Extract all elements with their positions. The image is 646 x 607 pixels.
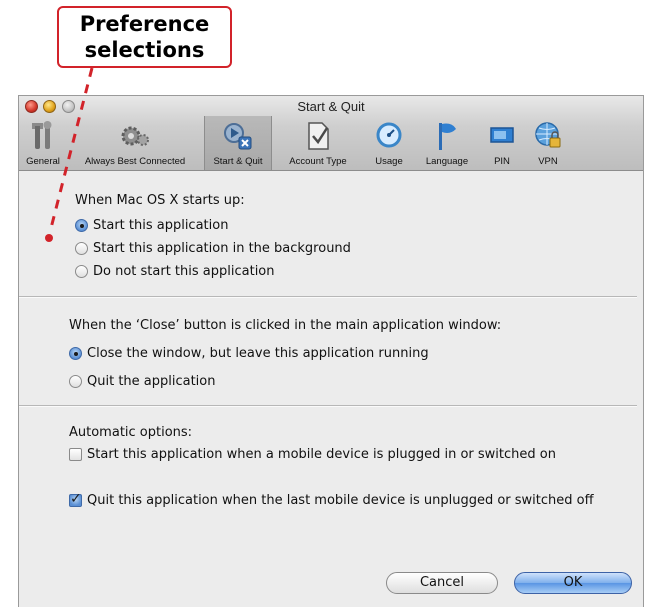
tab-always-best-connected-label: Always Best Connected bbox=[84, 156, 186, 167]
tab-account-type-label: Account Type bbox=[289, 156, 347, 167]
tab-start-quit-label: Start & Quit bbox=[213, 156, 263, 167]
gears-icon bbox=[121, 126, 149, 146]
tab-usage[interactable]: Usage bbox=[363, 116, 415, 170]
auto-quit-option[interactable]: Quit this application when the last mobi… bbox=[69, 491, 594, 508]
tab-pin-label: PIN bbox=[494, 156, 510, 167]
flag-icon bbox=[439, 123, 456, 150]
tools-icon bbox=[32, 121, 52, 149]
tab-account-type[interactable]: Account Type bbox=[275, 116, 361, 170]
radio-button[interactable] bbox=[75, 219, 88, 232]
auto-quit-label: Quit this application when the last mobi… bbox=[87, 493, 594, 508]
startup-heading: When Mac OS X starts up: bbox=[75, 193, 245, 208]
auto-start-option[interactable]: Start this application when a mobile dev… bbox=[69, 447, 556, 462]
startup-option-start[interactable]: Start this application bbox=[75, 218, 228, 233]
close-heading: When the ‘Close’ button is clicked in th… bbox=[69, 318, 502, 333]
title-bar: Start & Quit General Always Best Connect… bbox=[19, 96, 643, 171]
tab-usage-label: Usage bbox=[375, 156, 403, 167]
close-option-label: Close the window, but leave this applica… bbox=[87, 346, 429, 361]
tab-vpn-label: VPN bbox=[538, 156, 558, 167]
startup-option-none[interactable]: Do not start this application bbox=[75, 264, 275, 279]
preferences-content: When Mac OS X starts up: Start this appl… bbox=[19, 171, 643, 607]
automatic-heading: Automatic options: bbox=[69, 425, 193, 440]
callout-line-1: Preference bbox=[79, 12, 210, 36]
startup-option-label: Start this application bbox=[93, 218, 229, 233]
checkbox[interactable] bbox=[69, 448, 82, 461]
globe-lock-icon bbox=[535, 122, 561, 148]
close-option-keep-running[interactable]: Close the window, but leave this applica… bbox=[69, 346, 429, 361]
section-divider bbox=[19, 296, 637, 298]
sim-icon bbox=[490, 127, 514, 143]
preferences-toolbar: General Always Best Connected Start & Qu… bbox=[19, 116, 643, 170]
callout-box: Preference selections bbox=[57, 6, 232, 68]
close-option-label: Quit the application bbox=[87, 374, 216, 389]
cancel-button[interactable]: Cancel bbox=[386, 572, 498, 594]
checkbox[interactable] bbox=[69, 491, 82, 507]
startup-option-label: Start this application in the background bbox=[93, 241, 351, 256]
close-option-quit[interactable]: Quit the application bbox=[69, 374, 216, 389]
window-title: Start & Quit bbox=[297, 99, 365, 114]
callout-line-2: selections bbox=[84, 38, 205, 62]
tab-general[interactable]: General bbox=[19, 116, 67, 170]
document-icon bbox=[308, 122, 329, 150]
tab-general-label: General bbox=[26, 156, 60, 167]
tab-vpn[interactable]: VPN bbox=[525, 116, 571, 170]
auto-start-label: Start this application when a mobile dev… bbox=[87, 447, 556, 462]
start-quit-icon bbox=[224, 123, 252, 150]
startup-option-label: Do not start this application bbox=[93, 264, 275, 279]
tab-pin[interactable]: PIN bbox=[482, 116, 522, 170]
radio-button[interactable] bbox=[69, 347, 82, 360]
tab-language-label: Language bbox=[425, 156, 469, 167]
section-divider bbox=[19, 405, 637, 407]
ok-button[interactable]: OK bbox=[514, 572, 632, 594]
radio-button[interactable] bbox=[75, 242, 88, 255]
radio-button[interactable] bbox=[69, 375, 82, 388]
startup-option-background[interactable]: Start this application in the background bbox=[75, 241, 351, 256]
tab-always-best-connected[interactable]: Always Best Connected bbox=[69, 116, 201, 170]
radio-button[interactable] bbox=[75, 265, 88, 278]
tab-language[interactable]: Language bbox=[416, 116, 478, 170]
gauge-icon bbox=[376, 122, 402, 148]
tab-start-quit[interactable]: Start & Quit bbox=[204, 116, 272, 170]
preferences-window: Start & Quit General Always Best Connect… bbox=[18, 95, 644, 607]
